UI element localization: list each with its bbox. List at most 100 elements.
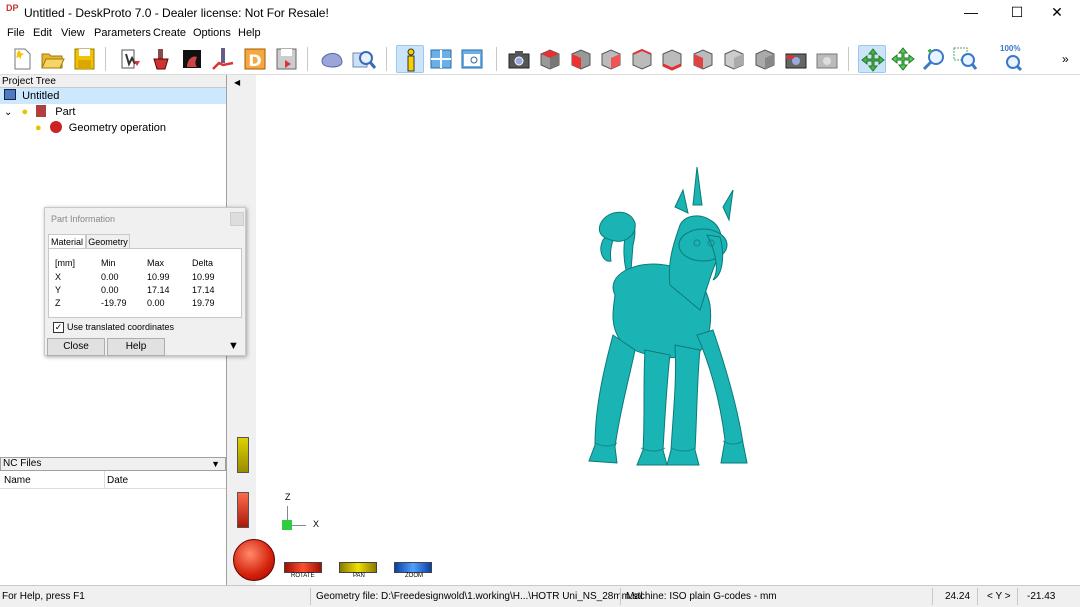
view-bottom-icon[interactable] [689,45,717,73]
dropdown-arrow-icon[interactable]: ▼ [211,458,220,470]
menu-file[interactable]: File [7,27,25,39]
tree-item-part[interactable]: ⌄ ● Part [4,104,75,120]
part-icon [36,105,47,117]
title-bar: DP Untitled - DeskProto 7.0 - Dealer lic… [0,0,1080,25]
table-cell: 10.99 [192,272,215,282]
view-window-icon[interactable] [458,45,486,73]
rotate-dial[interactable] [233,539,275,581]
pan-wheel-vertical[interactable] [237,437,249,473]
toolbar-overflow-button[interactable]: » [1062,52,1069,66]
tree-item-root[interactable]: Untitled [0,88,226,104]
status-coord-y: -21.43 [1027,591,1056,602]
col-delta: Delta [192,258,214,268]
project-tree-header: Project Tree [0,75,226,88]
tab-geometry[interactable]: Geometry [86,234,130,249]
rotate-view-icon[interactable] [858,45,886,73]
view-back-icon[interactable] [628,45,656,73]
tab-material[interactable]: Material [48,234,86,249]
d-operation-icon[interactable]: D [241,45,269,73]
layout-icon[interactable] [427,45,455,73]
table-cell: 0.00 [101,285,119,295]
rotate-label: ROTATE [291,573,315,579]
save-nc-icon[interactable] [272,45,300,73]
bitmap-icon[interactable] [178,45,206,73]
table-cell: 0.00 [147,298,165,308]
view-iso-icon[interactable] [536,45,564,73]
menu-view[interactable]: View [61,27,85,39]
close-button[interactable]: Close [47,338,105,356]
nc-files-title: NC Files [3,458,42,469]
table-cell: -19.79 [101,298,127,308]
lightbulb-icon[interactable]: ● [35,122,42,134]
info-icon[interactable] [396,45,424,73]
minimize-button[interactable]: — [948,0,994,25]
lightbulb-icon[interactable]: ● [21,106,28,118]
view-front-icon[interactable] [567,45,595,73]
close-window-button[interactable]: ✕ [1034,0,1080,25]
project-icon [4,89,16,100]
translated-coords-checkbox[interactable]: ✓ [53,322,64,333]
menu-help[interactable]: Help [238,27,261,39]
unicorn-model[interactable] [575,165,760,470]
chevron-down-icon[interactable]: ⌄ [4,107,12,118]
table-cell: 10.99 [147,272,170,282]
part-parameters-icon[interactable] [148,45,176,73]
tree-part-label: Part [55,106,76,118]
nc-column-date[interactable]: Date [107,475,128,486]
menu-edit[interactable]: Edit [33,27,52,39]
col-max: Max [147,258,165,268]
table-cell: X [55,272,62,282]
table-cell: Z [55,298,61,308]
zoom-in-icon[interactable] [920,45,948,73]
status-machine: Machine: ISO plain G-codes - mm [626,591,777,602]
tree-item-operation[interactable]: ● Geometry operation [35,120,166,136]
view-right-icon[interactable] [597,45,625,73]
axis-x-line [292,525,306,526]
nc-files-header: NC Files ▼ [0,457,226,471]
expand-arrow-icon[interactable]: ▼ [228,340,239,352]
dimensions-table: [mm] Min Max Delta X 0.00 10.99 10.99 Y … [48,248,242,318]
menu-options[interactable]: Options [193,27,231,39]
toolpath-icon[interactable] [209,45,237,73]
import-geometry-icon[interactable] [116,45,144,73]
status-bar: For Help, press F1 Geometry file: D:\Fre… [0,585,1080,607]
status-help: For Help, press F1 [2,591,85,602]
toolbar: D 100% » [0,42,1080,75]
menu-create[interactable]: Create [153,27,186,39]
view-top-icon[interactable] [720,45,748,73]
zoom-wheel-horizontal[interactable] [394,562,432,573]
zoom-sim-icon[interactable] [349,45,377,73]
status-geometry-file: Geometry file: D:\Freedesignwold\1.worki… [316,591,643,602]
open-folder-icon[interactable] [38,45,66,73]
zoom-100-label: 100% [1000,44,1021,53]
axis-z-label: Z [285,492,291,502]
col-unit: [mm] [55,258,75,268]
view-left-icon[interactable] [658,45,686,73]
camera-icon[interactable] [505,45,533,73]
tree-root-label: Untitled [22,90,60,102]
camera-gray-icon[interactable] [813,45,841,73]
table-cell: Y [55,285,62,295]
rotate-wheel-vertical[interactable] [237,492,249,528]
menu-parameters[interactable]: Parameters [94,27,151,39]
nc-files-columns: Name Date [0,471,226,489]
pan-label: PAN [353,573,365,579]
operation-error-icon [49,121,62,133]
nc-column-name[interactable]: Name [4,475,31,486]
camera-redo-icon[interactable] [782,45,810,73]
save-icon[interactable] [70,45,98,73]
axis-x-label: X [313,519,320,529]
view-default-icon[interactable] [751,45,779,73]
zoom-label: ZOOM [405,573,423,579]
table-cell: 17.14 [147,285,170,295]
pan-wheel-horizontal[interactable] [339,562,377,573]
dialog-pin-button[interactable] [230,212,244,226]
new-file-icon[interactable] [8,45,36,73]
zoom-window-icon[interactable] [951,45,979,73]
tree-operation-label: Geometry operation [68,122,166,134]
collapse-arrow-icon[interactable]: ◀ [234,78,240,87]
rotate-wheel-horizontal[interactable] [284,562,322,573]
help-button[interactable]: Help [107,338,165,356]
simulation-icon[interactable] [318,45,346,73]
pan-view-icon[interactable] [889,45,917,73]
